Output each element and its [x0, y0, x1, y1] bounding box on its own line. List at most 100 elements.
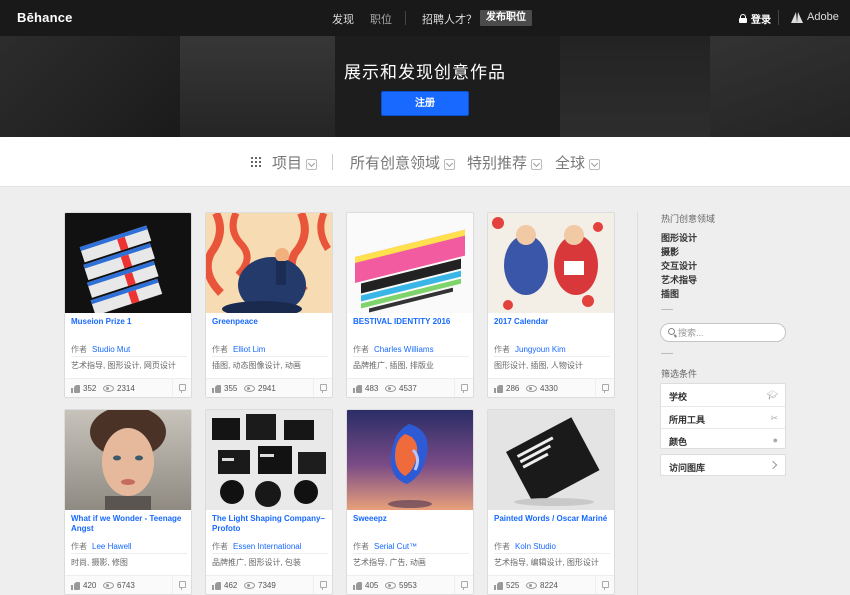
- views-stat: 2314: [103, 384, 135, 393]
- pin-icon: [319, 384, 327, 393]
- project-title[interactable]: Greenpeace: [212, 317, 328, 327]
- owner-link[interactable]: Jungyoun Kim: [515, 345, 566, 354]
- collection-button[interactable]: [454, 576, 473, 594]
- project-title[interactable]: 2017 Calendar: [494, 317, 610, 327]
- pin-icon: [601, 384, 609, 393]
- project-title[interactable]: Museion Prize 1: [71, 317, 187, 327]
- nav-divider: [405, 11, 406, 25]
- popular-field-link[interactable]: 艺术指导: [661, 273, 697, 286]
- facet-school[interactable]: 学校 🎓︎: [661, 384, 785, 406]
- project-card[interactable]: BESTIVAL IDENTITY 2016 作者 Charles William…: [346, 212, 474, 398]
- project-thumbnail[interactable]: [65, 213, 191, 313]
- search-input[interactable]: [678, 326, 778, 339]
- collection-button[interactable]: [595, 379, 614, 397]
- project-title[interactable]: BESTIVAL IDENTITY 2016: [353, 317, 469, 327]
- owner-link[interactable]: Charles Williams: [374, 345, 434, 354]
- project-thumbnail-art: [79, 225, 163, 313]
- nav-discover-link[interactable]: 发现: [332, 11, 354, 27]
- project-title[interactable]: What if we Wonder - Teenage Angst: [71, 514, 187, 534]
- project-thumbnail[interactable]: [488, 410, 614, 510]
- filter-divider: [332, 154, 333, 170]
- nav-hire-talent-link[interactable]: 招聘人才？: [422, 11, 477, 27]
- project-thumbnail[interactable]: [65, 410, 191, 510]
- views-stat: 4537: [385, 384, 417, 393]
- card-divider: [71, 553, 187, 554]
- popular-field-link[interactable]: 插图: [661, 287, 679, 300]
- facet-color[interactable]: 颜色 ●: [661, 428, 785, 450]
- appreciations-count: 483: [365, 384, 379, 393]
- views-stat: 4330: [526, 384, 558, 393]
- owner-link[interactable]: Essen International: [233, 542, 302, 551]
- post-job-button[interactable]: 发布职位: [480, 10, 532, 26]
- owner-link[interactable]: Studio Mut: [92, 345, 130, 354]
- collection-button[interactable]: [313, 379, 332, 397]
- project-stats: 525 8224: [488, 575, 614, 594]
- project-fields[interactable]: 艺术指导, 广告, 动画: [353, 557, 426, 568]
- project-fields[interactable]: 图形设计, 插图, 人物设计: [494, 360, 583, 371]
- appreciations-stat: 355: [212, 384, 237, 393]
- appreciations-stat: 483: [353, 384, 378, 393]
- project-thumbnail[interactable]: [488, 213, 614, 313]
- owner-link[interactable]: Koln Studio: [515, 542, 556, 551]
- project-fields[interactable]: 艺术指导, 图形设计, 网页设计: [71, 360, 176, 371]
- project-card[interactable]: Greenpeace 作者 Elliot Lim 插图, 动态图像设计, 动画 3…: [205, 212, 333, 398]
- sidebar-search[interactable]: [660, 323, 786, 342]
- graduation-cap-icon: 🎓︎: [766, 390, 778, 400]
- project-fields[interactable]: 插图, 动态图像设计, 动画: [212, 360, 301, 371]
- filter-featured-dropdown[interactable]: 特别推荐: [467, 152, 543, 173]
- appreciations-stat: 420: [71, 581, 96, 590]
- popular-field-link[interactable]: 图形设计: [661, 231, 697, 244]
- owner-link[interactable]: Serial Cut™: [374, 542, 417, 551]
- owner-link[interactable]: Lee Hawell: [92, 542, 132, 551]
- popular-field-link[interactable]: 交互设计: [661, 259, 697, 272]
- signup-button[interactable]: 注册: [381, 91, 469, 116]
- filter-fields-label: 所有创意领域: [350, 155, 441, 172]
- project-title[interactable]: Painted Words / Oscar Mariné: [494, 514, 610, 524]
- collection-button[interactable]: [595, 576, 614, 594]
- project-card[interactable]: Museion Prize 1 作者 Studio Mut 艺术指导, 图形设计,…: [64, 212, 192, 398]
- chevron-down-icon: [306, 158, 318, 170]
- project-card[interactable]: Sweeepz 作者 Serial Cut™ 艺术指导, 广告, 动画 405 5…: [346, 409, 474, 595]
- collection-button[interactable]: [454, 379, 473, 397]
- project-thumbnail-art: [506, 417, 600, 506]
- thumbs-up-icon: [71, 384, 80, 393]
- facet-tools[interactable]: 所用工具 ✂︎: [661, 406, 785, 428]
- collection-button[interactable]: [313, 576, 332, 594]
- appreciations-stat: 352: [71, 384, 96, 393]
- visit-gallery-button[interactable]: 访问图库: [660, 454, 786, 476]
- eye-icon: [103, 582, 114, 589]
- thumbs-up-icon: [494, 581, 503, 590]
- project-thumbnail[interactable]: [347, 410, 473, 510]
- card-divider: [212, 553, 328, 554]
- pin-icon: [460, 581, 468, 590]
- thumbs-up-icon: [71, 581, 80, 590]
- filter-creative-fields-dropdown[interactable]: 所有创意领域: [350, 152, 456, 173]
- collection-button[interactable]: [172, 379, 191, 397]
- nav-jobs-link[interactable]: 职位: [370, 11, 392, 27]
- filter-projects-dropdown[interactable]: 项目: [272, 152, 318, 173]
- project-owner: 作者 Essen International: [212, 542, 302, 551]
- project-fields[interactable]: 品牌推广, 图形设计, 包装: [212, 557, 301, 568]
- project-title[interactable]: Sweeepz: [353, 514, 469, 524]
- card-divider: [494, 356, 610, 357]
- popular-field-link[interactable]: 摄影: [661, 245, 679, 258]
- project-card[interactable]: What if we Wonder - Teenage Angst 作者 Lee …: [64, 409, 192, 595]
- project-thumbnail[interactable]: [347, 213, 473, 313]
- project-owner: 作者 Charles Williams: [353, 345, 434, 354]
- collection-button[interactable]: [172, 576, 191, 594]
- adobe-link[interactable]: Adobe: [791, 11, 839, 23]
- project-card[interactable]: Painted Words / Oscar Mariné 作者 Koln Stud…: [487, 409, 615, 595]
- project-thumbnail[interactable]: [206, 213, 332, 313]
- project-fields[interactable]: 时尚, 摄影, 修图: [71, 557, 128, 568]
- project-card[interactable]: The Light Shaping Company– Profoto 作者 Ess…: [205, 409, 333, 595]
- project-card[interactable]: 2017 Calendar 作者 Jungyoun Kim 图形设计, 插图, 人…: [487, 212, 615, 398]
- project-fields[interactable]: 艺术指导, 编辑设计, 图形设计: [494, 557, 599, 568]
- filter-location-dropdown[interactable]: 全球: [555, 152, 601, 173]
- eye-icon: [526, 385, 537, 392]
- project-title[interactable]: The Light Shaping Company– Profoto: [212, 514, 328, 534]
- login-link[interactable]: 登录: [739, 11, 771, 26]
- owner-link[interactable]: Elliot Lim: [233, 345, 265, 354]
- project-fields[interactable]: 品牌推广, 插图, 排版业: [353, 360, 434, 371]
- behance-logo[interactable]: Bēhance: [17, 10, 73, 25]
- project-thumbnail[interactable]: [206, 410, 332, 510]
